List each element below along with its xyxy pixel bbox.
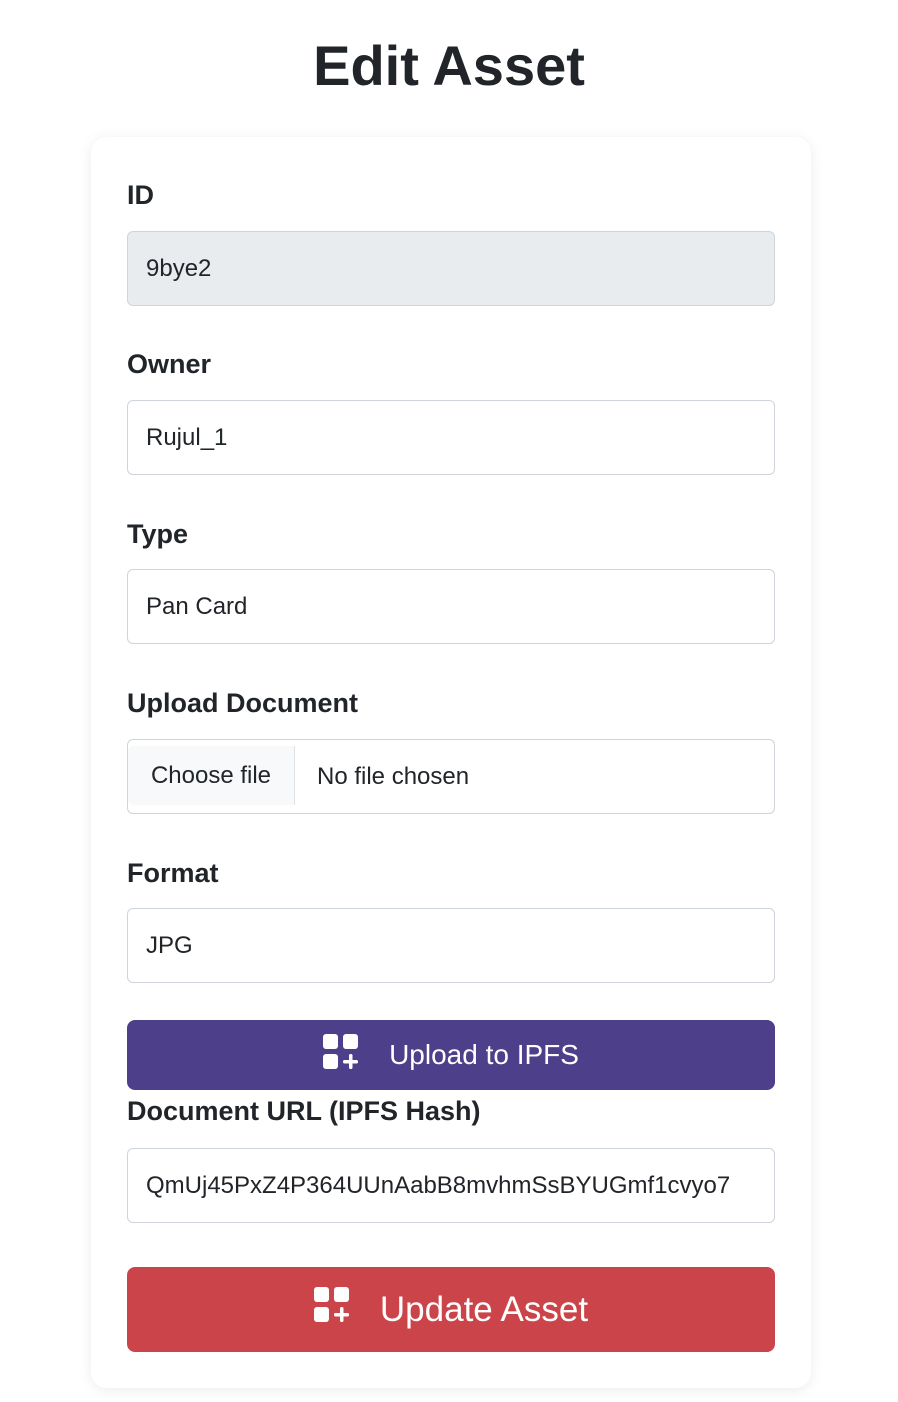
document-url-field[interactable]: QmUj45PxZ4P364UUnAabB8mvhmSsBYUGmf1cvyo7 xyxy=(127,1148,775,1223)
format-label: Format xyxy=(127,858,219,888)
owner-field[interactable]: Rujul_1 xyxy=(127,400,775,475)
owner-value: Rujul_1 xyxy=(146,424,228,451)
id-field: 9bye2 xyxy=(127,231,775,306)
type-field[interactable]: Pan Card xyxy=(127,569,775,644)
owner-label: Owner xyxy=(127,349,212,379)
edit-asset-form: ID 9bye2 Owner Rujul_1 Type Pan Card Upl… xyxy=(91,137,811,1388)
upload-to-ipfs-button[interactable]: Upload to IPFS xyxy=(127,1020,775,1090)
format-value: JPG xyxy=(146,932,193,959)
file-status: No file chosen xyxy=(317,763,470,790)
choose-file-button[interactable]: Choose file xyxy=(128,746,295,805)
id-label: ID xyxy=(127,180,154,210)
update-asset-label: Update Asset xyxy=(379,1289,589,1329)
document-url-value: QmUj45PxZ4P364UUnAabB8mvhmSsBYUGmf1cvyo7 xyxy=(146,1172,731,1199)
update-asset-button[interactable]: Update Asset xyxy=(127,1267,775,1352)
page-title: Edit Asset xyxy=(313,34,585,97)
file-input[interactable]: Choose file No file chosen xyxy=(127,739,775,814)
id-value: 9bye2 xyxy=(146,255,212,282)
grid-plus-icon xyxy=(323,1033,359,1077)
format-field[interactable]: JPG xyxy=(127,908,775,983)
type-label: Type xyxy=(127,519,189,549)
upload-to-ipfs-label: Upload to IPFS xyxy=(389,1039,579,1070)
grid-plus-icon xyxy=(313,1287,350,1332)
upload-document-label: Upload Document xyxy=(127,688,359,718)
document-url-label: Document URL (IPFS Hash) xyxy=(127,1096,481,1126)
type-value: Pan Card xyxy=(146,593,248,620)
